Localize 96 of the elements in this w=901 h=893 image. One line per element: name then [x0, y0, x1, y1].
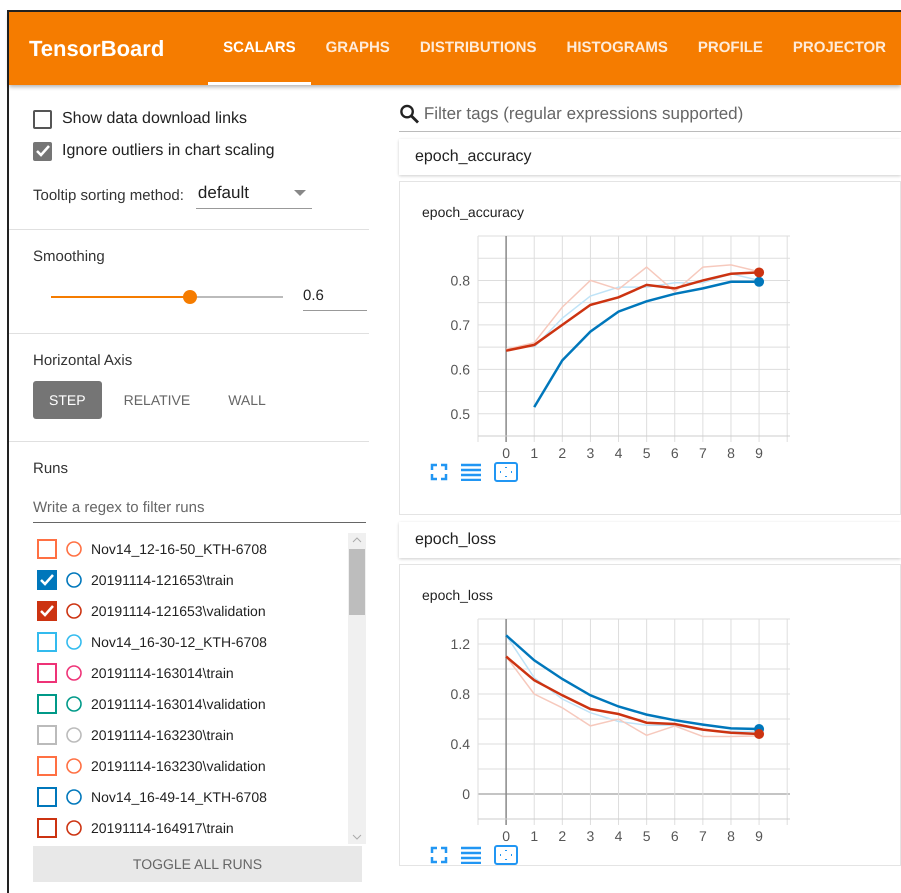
slider-thumb[interactable] [183, 290, 198, 304]
toggle-all-runs-button[interactable]: TOGGLE ALL RUNS [33, 846, 362, 882]
color-circle[interactable] [66, 540, 82, 557]
axis-tick-label: 0.4 [450, 736, 470, 752]
color-circle[interactable] [66, 758, 82, 774]
axis-tick-label: 1 [530, 445, 538, 461]
axis-tick-label: 0.7 [450, 316, 470, 333]
axis-tick-label: 0 [502, 828, 510, 844]
nav-tab[interactable]: SCALARS [208, 12, 311, 85]
run-name: 20191114-163230\validation [91, 758, 266, 774]
axis-tick-label: 3 [586, 828, 594, 844]
axis-tick-label: 2 [558, 828, 566, 844]
axis-tick-label: 4 [614, 828, 622, 844]
run-checkbox[interactable] [37, 600, 57, 621]
axis-tick-label: 5 [642, 445, 651, 461]
run-name: 20191114-121653\train [91, 572, 234, 588]
run-filter-field[interactable]: Write a regex to filter runs [33, 495, 366, 523]
axis-tick-label: 0 [462, 786, 470, 802]
scroll-up-icon[interactable] [352, 535, 362, 545]
scrollbar-thumb[interactable] [349, 549, 365, 615]
run-checkbox[interactable] [37, 756, 57, 776]
axis-toggle-button[interactable]: RELATIVE [108, 381, 206, 419]
axis-tick-label: 0.6 [450, 361, 470, 378]
section-title: Runs [33, 460, 70, 477]
dropdown-caret-icon [294, 190, 306, 196]
search-icon [399, 103, 420, 125]
axis-tick-label: 0.8 [450, 272, 470, 288]
fit-icon[interactable] [494, 462, 518, 482]
section-title: Horizontal Axis [33, 352, 134, 369]
axis-tick-label: 1 [530, 828, 538, 844]
data-point [754, 729, 764, 739]
fullscreen-icon[interactable] [430, 463, 448, 481]
color-circle[interactable] [66, 634, 82, 650]
color-circle[interactable] [66, 572, 82, 588]
axis-tick-label: 7 [698, 828, 707, 844]
list-icon[interactable] [460, 846, 482, 864]
axis-tick-label: 8 [727, 828, 735, 844]
color-circle[interactable] [66, 820, 82, 836]
axis-tick-label: 6 [670, 445, 679, 461]
run-name: 20191114-163014\validation [91, 696, 266, 712]
color-circle[interactable] [66, 789, 82, 806]
scrollbar[interactable] [348, 533, 366, 844]
app-title: TensorBoard [28, 36, 166, 62]
run-name: Nov14_16-30-12_KTH-6708 [91, 634, 267, 650]
axis-tick-label: 9 [755, 828, 763, 844]
run-name: Nov14_16-49-14_KTH-6708 [91, 789, 267, 806]
axis-tick-label: 7 [698, 445, 707, 461]
axis-tick-label: 3 [586, 445, 594, 461]
list-icon[interactable] [460, 463, 482, 481]
axis-tick-label: 8 [727, 445, 735, 461]
axis-toggle-button[interactable]: STEP [33, 381, 102, 419]
data-point [754, 267, 764, 278]
run-checkbox[interactable] [37, 538, 57, 559]
section-title: Smoothing [33, 248, 106, 265]
scroll-down-icon[interactable] [352, 832, 362, 842]
run-checkbox[interactable] [37, 787, 57, 808]
run-name: 20191114-164917\train [91, 820, 234, 836]
run-checkbox[interactable] [37, 570, 57, 590]
run-name: Nov14_12-16-50_KTH-6708 [91, 540, 267, 557]
data-point [754, 276, 764, 287]
color-circle[interactable] [66, 696, 82, 712]
axis-tick-label: 5 [642, 828, 651, 844]
axis-tick-label: 9 [755, 445, 763, 461]
chart-title: epoch_loss [421, 587, 493, 603]
axis-tick-label: 6 [670, 828, 679, 844]
section-heading[interactable]: epoch_accuracy [399, 139, 901, 175]
color-circle[interactable] [66, 727, 82, 744]
fit-icon[interactable] [494, 845, 518, 865]
color-circle[interactable] [66, 664, 82, 681]
run-name: 20191114-121653\validation [91, 602, 266, 619]
tag-filter-field[interactable]: Filter tags (regular expressions supported) [399, 103, 901, 132]
fullscreen-icon[interactable] [430, 846, 448, 864]
color-circle[interactable] [66, 602, 82, 619]
run-checkbox[interactable] [37, 694, 57, 714]
run-checkbox[interactable] [37, 818, 57, 838]
run-name: 20191114-163230\train [91, 727, 234, 744]
checkbox[interactable] [33, 110, 52, 128]
option-label: Ignore outliers in chart scaling [62, 142, 275, 160]
smoothing-field[interactable]: 0.6 [303, 283, 367, 311]
run-name: 20191114-163014\train [91, 664, 234, 681]
run-checkbox[interactable] [37, 632, 57, 652]
run-checkbox[interactable] [37, 662, 57, 683]
axis-tick-label: 4 [614, 445, 622, 461]
checkbox[interactable] [33, 142, 52, 160]
axis-tick-label: 2 [558, 445, 566, 461]
axis-tick-label: 1.2 [450, 636, 470, 652]
axis-tick-label: 0.8 [450, 686, 470, 702]
sort-dropdown[interactable]: default [196, 181, 312, 209]
option-label: Show data download links [62, 110, 248, 128]
axis-tick-label: 0.5 [450, 406, 470, 422]
axis-toggle-button[interactable]: WALL [212, 381, 282, 419]
axis-tick-label: 0 [502, 445, 510, 461]
run-checkbox[interactable] [37, 725, 57, 746]
field-label: Tooltip sorting method: [33, 186, 184, 204]
chart-title: epoch_accuracy [421, 204, 524, 220]
section-heading[interactable]: epoch_loss [399, 522, 901, 558]
